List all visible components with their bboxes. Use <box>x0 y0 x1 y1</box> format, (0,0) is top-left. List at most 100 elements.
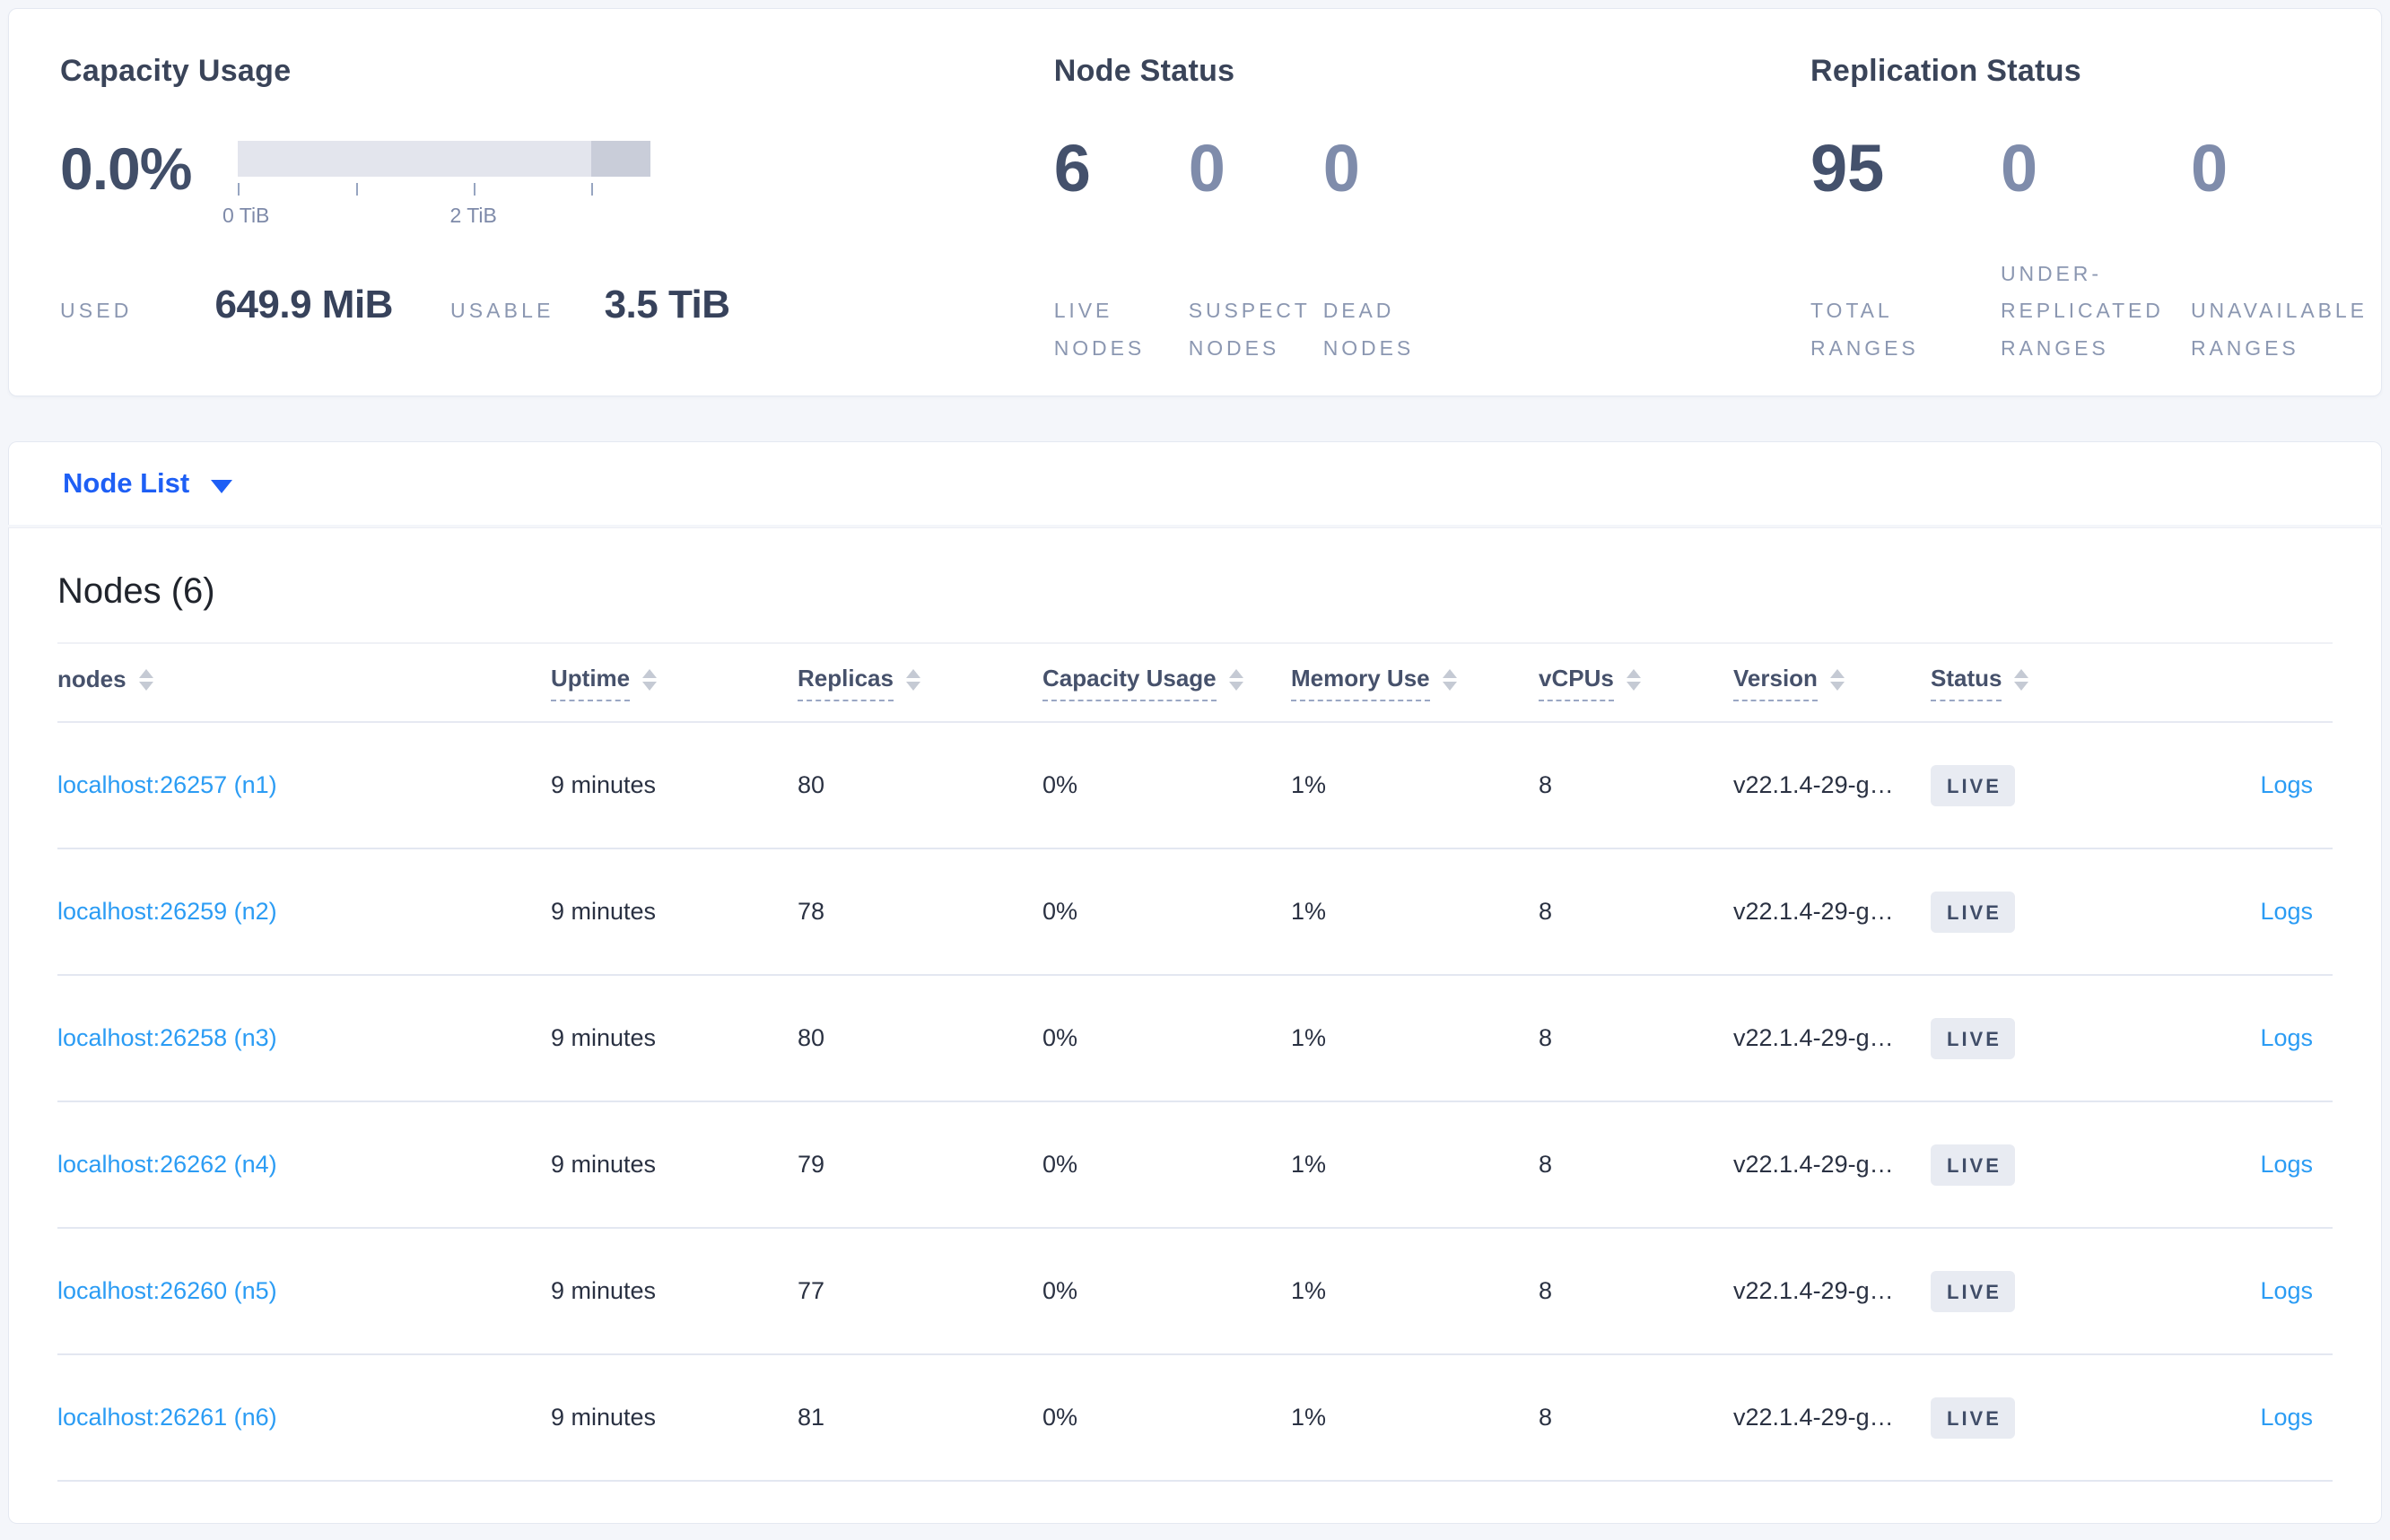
status-badge: LIVE <box>1931 1144 2015 1186</box>
column-header-replicas[interactable]: Replicas <box>798 665 1042 701</box>
capacity-percent-value: 0.0% <box>60 135 192 202</box>
vcpus-cell: 8 <box>1539 1277 1553 1304</box>
replicas-cell: 77 <box>798 1277 825 1304</box>
capacity-cell: 0% <box>1042 898 1078 925</box>
under-replicated-ranges-label: UNDER-REPLICATED RANGES <box>2001 261 2164 360</box>
capacity-bar-ticks <box>238 183 650 196</box>
total-ranges-value: 95 <box>1810 131 1885 205</box>
version-cell: v22.1.4-29-g… <box>1733 1277 1894 1304</box>
table-row: localhost:26262 (n4) 9 minutes 79 0% 1% … <box>57 1102 2333 1229</box>
under-replicated-ranges-value: 0 <box>2001 131 2038 205</box>
version-cell: v22.1.4-29-g… <box>1733 1024 1894 1051</box>
replicas-cell: 78 <box>798 898 825 925</box>
capacity-tick-label-2: 2 TiB <box>449 204 497 227</box>
replicas-cell: 81 <box>798 1404 825 1431</box>
capacity-used-label: USED <box>60 299 133 322</box>
chevron-down-icon <box>211 479 233 493</box>
column-header-status[interactable]: Status <box>1931 665 2182 701</box>
capacity-usage-title: Capacity Usage <box>60 54 292 88</box>
logs-link[interactable]: Logs <box>2260 1024 2313 1051</box>
logs-link[interactable]: Logs <box>2260 1151 2313 1178</box>
live-nodes-stat: 6 LIVE NODES <box>1054 132 1189 367</box>
dead-nodes-stat: 0 DEAD NODES <box>1323 132 1458 367</box>
status-badge: LIVE <box>1931 1396 2015 1439</box>
under-replicated-ranges-stat: 0 UNDER-REPLICATED RANGES <box>2001 132 2191 367</box>
sort-icon <box>905 669 920 691</box>
vcpus-cell: 8 <box>1539 1151 1553 1178</box>
status-badge: LIVE <box>1931 1017 2015 1059</box>
live-nodes-value: 6 <box>1053 131 1091 205</box>
table-row: localhost:26259 (n2) 9 minutes 78 0% 1% … <box>57 849 2333 976</box>
capacity-used-value: 649.9 MiB <box>214 283 393 326</box>
node-list-dropdown[interactable]: Node List <box>63 467 233 500</box>
version-cell: v22.1.4-29-g… <box>1733 771 1894 798</box>
capacity-cell: 0% <box>1042 771 1078 798</box>
logs-link[interactable]: Logs <box>2260 898 2313 925</box>
node-link[interactable]: localhost:26262 (n4) <box>57 1151 277 1178</box>
node-link[interactable]: localhost:26261 (n6) <box>57 1404 277 1431</box>
capacity-bar-segment <box>591 141 650 177</box>
uptime-cell: 9 minutes <box>551 1024 657 1051</box>
sort-icon <box>1228 669 1243 691</box>
node-status-section: Node Status 6 LIVE NODES 0 SUSPECT NODES… <box>1054 54 1810 396</box>
node-list-dropdown-label: Node List <box>63 467 190 499</box>
version-cell: v22.1.4-29-g… <box>1733 898 1894 925</box>
uptime-cell: 9 minutes <box>551 1151 657 1178</box>
column-header-version[interactable]: Version <box>1733 665 1931 701</box>
table-row: localhost:26261 (n6) 9 minutes 81 0% 1% … <box>57 1355 2333 1482</box>
column-header-vcpus[interactable]: vCPUs <box>1539 665 1733 701</box>
capacity-usable-label: USABLE <box>449 299 554 322</box>
suspect-nodes-stat: 0 SUSPECT NODES <box>1189 132 1323 367</box>
node-link[interactable]: localhost:26260 (n5) <box>57 1277 277 1304</box>
nodes-table-title: Nodes (6) <box>57 571 215 611</box>
column-header-uptime[interactable]: Uptime <box>551 665 798 701</box>
total-ranges-label: TOTAL RANGES <box>1810 299 1919 360</box>
unavailable-ranges-stat: 0 UNAVAILABLE RANGES <box>2191 132 2381 367</box>
live-nodes-label: LIVE NODES <box>1053 299 1146 360</box>
replicas-cell: 80 <box>798 1024 825 1051</box>
capacity-cell: 0% <box>1042 1024 1078 1051</box>
memory-cell: 1% <box>1291 1277 1327 1304</box>
table-row: localhost:26258 (n3) 9 minutes 80 0% 1% … <box>57 976 2333 1102</box>
sort-icon <box>1626 669 1641 691</box>
status-badge: LIVE <box>1931 891 2015 933</box>
vcpus-cell: 8 <box>1539 1404 1553 1431</box>
dead-nodes-value: 0 <box>1322 131 1360 205</box>
node-link[interactable]: localhost:26259 (n2) <box>57 898 277 925</box>
capacity-cell: 0% <box>1042 1151 1078 1178</box>
logs-link[interactable]: Logs <box>2260 1277 2313 1304</box>
nodes-table-header: nodes Uptime Replicas Capacity Usage Mem… <box>57 644 2333 723</box>
capacity-cell: 0% <box>1042 1404 1078 1431</box>
capacity-usage-section: Capacity Usage 0.0% 0 TiB 2 TiB USED 649… <box>60 54 1054 396</box>
column-header-nodes[interactable]: nodes <box>57 666 551 700</box>
logs-link[interactable]: Logs <box>2260 1404 2313 1431</box>
node-link[interactable]: localhost:26258 (n3) <box>57 1024 277 1051</box>
nodes-table-panel: Nodes (6) nodes Uptime Replicas Capacity… <box>8 527 2382 1524</box>
unavailable-ranges-value: 0 <box>2191 131 2229 205</box>
column-header-capacity-usage[interactable]: Capacity Usage <box>1042 665 1291 701</box>
dead-nodes-label: DEAD NODES <box>1322 299 1415 360</box>
vcpus-cell: 8 <box>1539 1024 1553 1051</box>
replication-status-title: Replication Status <box>1810 54 2082 88</box>
sort-icon <box>1829 669 1845 691</box>
node-link[interactable]: localhost:26257 (n1) <box>57 771 277 798</box>
vcpus-cell: 8 <box>1539 898 1553 925</box>
total-ranges-stat: 95 TOTAL RANGES <box>1810 132 2001 367</box>
node-status-title: Node Status <box>1053 54 1235 88</box>
memory-cell: 1% <box>1291 1404 1327 1431</box>
replicas-cell: 79 <box>798 1151 825 1178</box>
cluster-summary-card: Capacity Usage 0.0% 0 TiB 2 TiB USED 649… <box>8 8 2382 396</box>
sort-icon <box>138 669 153 691</box>
status-badge: LIVE <box>1931 764 2015 806</box>
memory-cell: 1% <box>1291 898 1327 925</box>
status-badge: LIVE <box>1931 1270 2015 1312</box>
table-row: localhost:26257 (n1) 9 minutes 80 0% 1% … <box>57 723 2333 849</box>
replicas-cell: 80 <box>798 771 825 798</box>
sort-icon <box>1442 669 1457 691</box>
uptime-cell: 9 minutes <box>551 898 657 925</box>
logs-link[interactable]: Logs <box>2260 771 2313 798</box>
capacity-bar: 0 TiB 2 TiB <box>222 141 650 231</box>
column-header-memory-use[interactable]: Memory Use <box>1291 665 1539 701</box>
uptime-cell: 9 minutes <box>551 1404 657 1431</box>
view-selector-bar: Node List <box>8 441 2382 525</box>
